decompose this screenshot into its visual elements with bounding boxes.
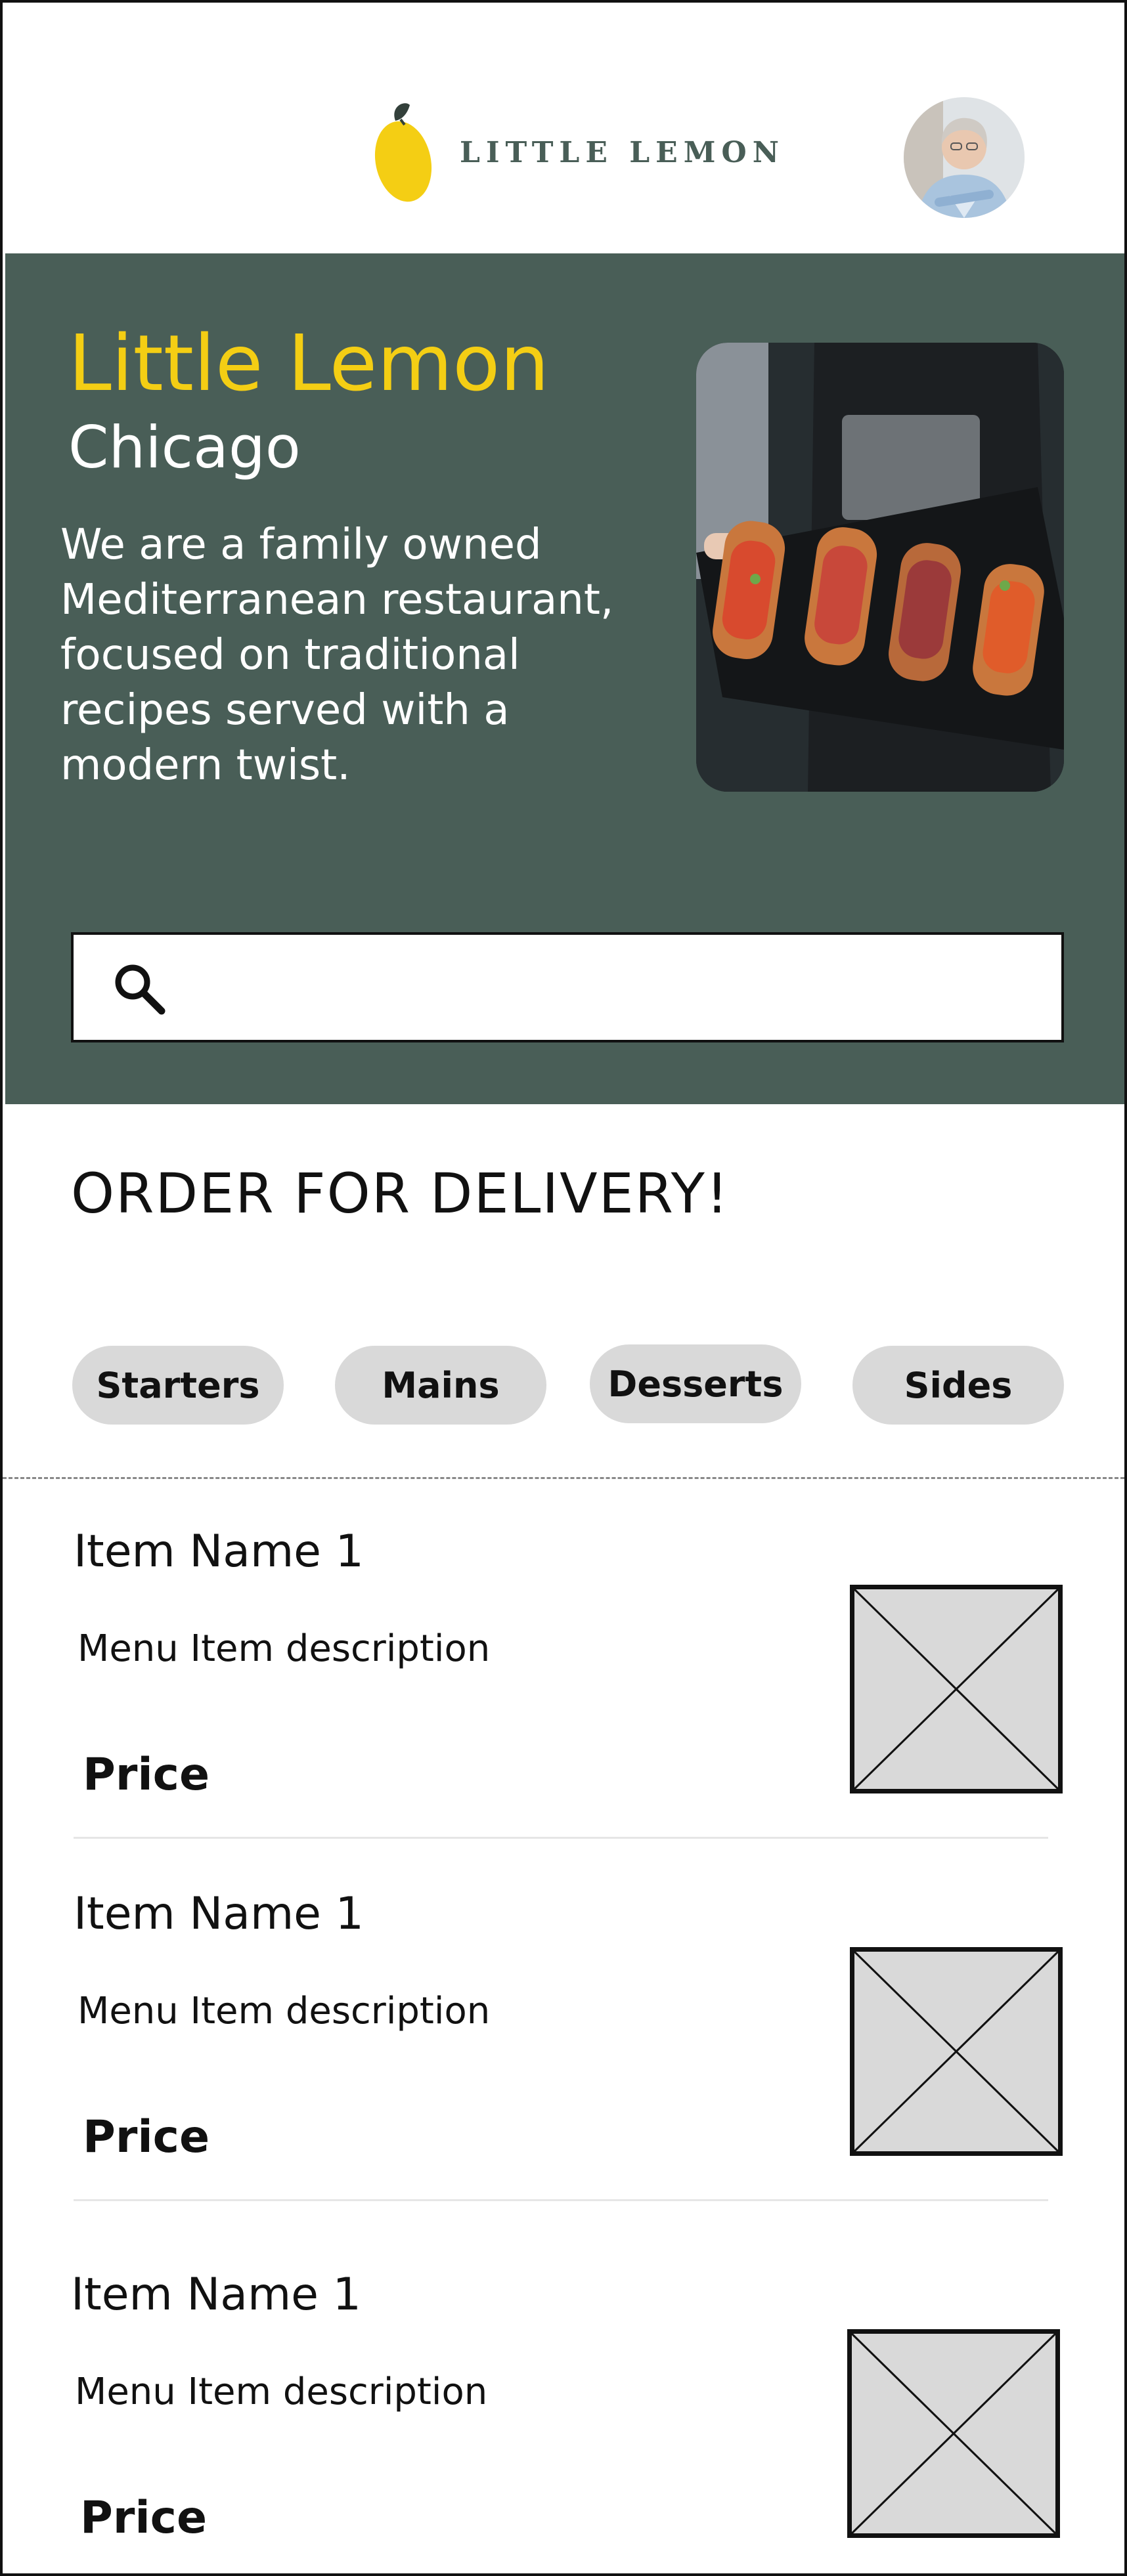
- item-separator: [74, 1837, 1048, 1839]
- item-description: Menu Item description: [77, 1990, 491, 2032]
- hero-subtitle: Chicago: [68, 414, 301, 481]
- item-name: Item Name 1: [74, 1888, 364, 1940]
- category-desserts[interactable]: Desserts: [590, 1344, 801, 1423]
- app-screen: LITTLE LEMON Little Lemon Chicago We are…: [0, 0, 1127, 2576]
- divider: [3, 1477, 1124, 1479]
- search-icon: [115, 964, 166, 1015]
- item-image-placeholder: [847, 2329, 1060, 2538]
- item-name: Item Name 1: [71, 2269, 361, 2321]
- logo-text: LITTLE LEMON: [460, 135, 785, 169]
- item-price: Price: [83, 1749, 210, 1801]
- item-image-placeholder: [850, 1585, 1063, 1793]
- category-mains[interactable]: Mains: [335, 1346, 546, 1425]
- header: LITTLE LEMON: [3, 3, 1124, 253]
- item-price: Price: [83, 2111, 210, 2163]
- item-description: Menu Item description: [75, 2371, 488, 2413]
- lemon-icon: [374, 103, 432, 202]
- hero-section: Little Lemon Chicago We are a family own…: [5, 253, 1124, 1104]
- item-separator: [74, 2199, 1048, 2201]
- hero-description: We are a family owned Mediterranean rest…: [60, 521, 614, 790]
- category-starters[interactable]: Starters: [72, 1346, 284, 1425]
- item-price: Price: [80, 2492, 208, 2544]
- item-name: Item Name 1: [74, 1526, 364, 1578]
- search-input[interactable]: [71, 932, 1064, 1042]
- category-sides[interactable]: Sides: [852, 1346, 1064, 1425]
- avatar-image: [904, 97, 1025, 218]
- logo[interactable]: LITTLE LEMON: [370, 100, 785, 205]
- hero-image: [696, 343, 1064, 792]
- item-image-placeholder: [850, 1947, 1063, 2156]
- order-title: ORDER FOR DELIVERY!: [71, 1161, 730, 1226]
- item-description: Menu Item description: [77, 1627, 491, 1670]
- hero-title: Little Lemon: [68, 318, 550, 408]
- user-avatar[interactable]: [904, 97, 1025, 218]
